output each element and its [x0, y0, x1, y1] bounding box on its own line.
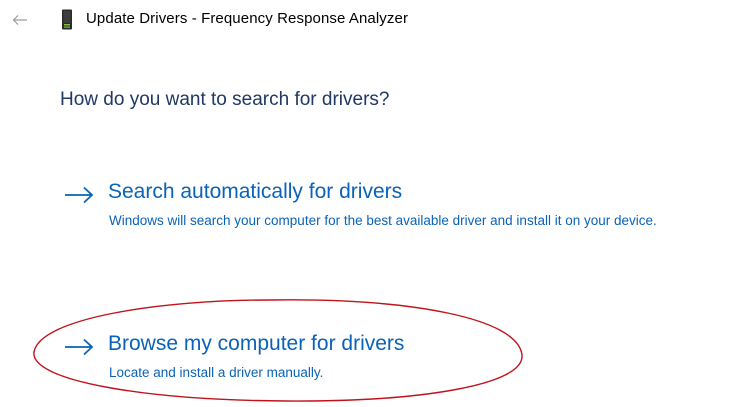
window-title: Update Drivers - Frequency Response Anal… [86, 10, 409, 27]
arrow-right-icon [65, 338, 94, 356]
page-heading: How do you want to search for drivers? [60, 89, 390, 110]
browse-computer-option[interactable]: Browse my computer for drivers Locate an… [64, 332, 724, 382]
device-icon [62, 9, 72, 30]
search-automatically-description: Windows will search your computer for th… [109, 213, 657, 228]
title-bar: Update Drivers - Frequency Response Anal… [0, 0, 743, 44]
back-arrow-icon [12, 15, 27, 25]
search-automatically-option[interactable]: Search automatically for drivers Windows… [64, 180, 724, 260]
arrow-right-icon [65, 186, 94, 204]
search-automatically-link[interactable]: Search automatically for drivers [108, 180, 402, 204]
browse-computer-description: Locate and install a driver manually. [109, 365, 324, 380]
back-button[interactable] [8, 8, 32, 32]
browse-computer-link[interactable]: Browse my computer for drivers [108, 332, 404, 356]
